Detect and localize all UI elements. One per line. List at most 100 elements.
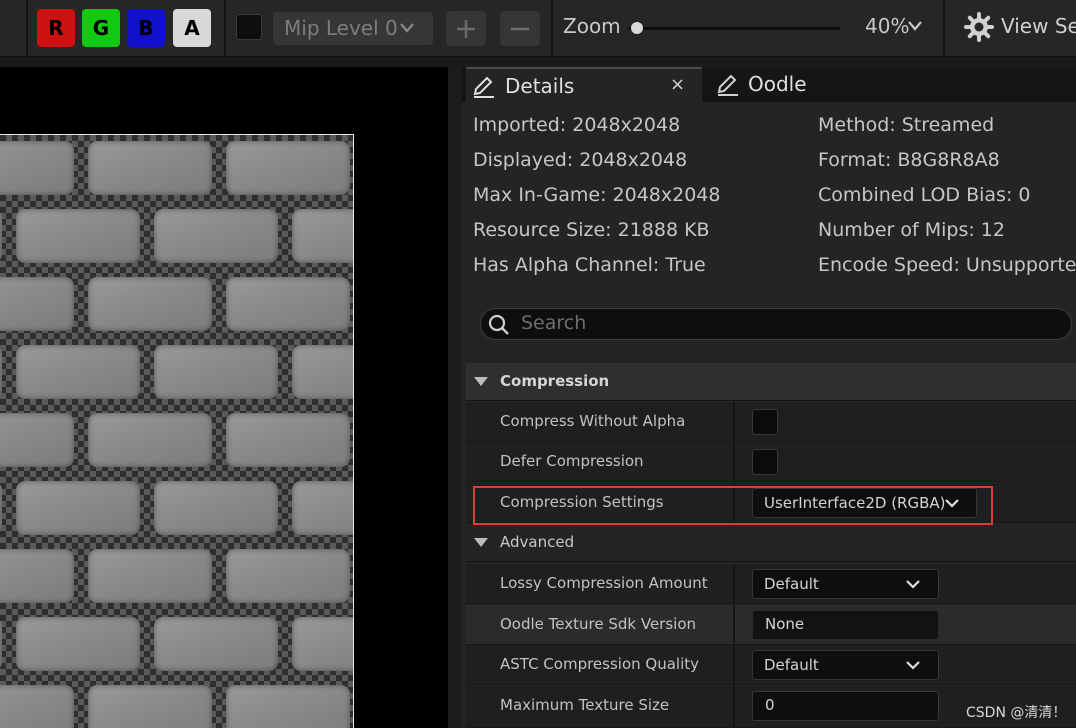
mip-increase-button[interactable]: [446, 11, 486, 46]
chevron-down-icon: [400, 23, 414, 33]
viewer-toolbar: R G B A Mip Level 0 Zoom 40% View Set: [0, 0, 1076, 57]
stat-num-mips: Number of Mips: 12: [818, 219, 1005, 241]
stat-resource-size: Resource Size: 21888 KB: [473, 219, 710, 241]
brick: [226, 277, 350, 331]
toolbar-divider: [224, 0, 226, 57]
brick: [226, 413, 350, 467]
defer-compression-label: Defer Compression: [500, 452, 644, 470]
lossy-compression-dropdown[interactable]: Default: [752, 569, 939, 599]
column-divider[interactable]: [733, 442, 735, 481]
tab-oodle[interactable]: Oodle: [710, 67, 850, 102]
brick: [16, 481, 140, 535]
brick: [0, 413, 74, 467]
astc-quality-dropdown[interactable]: Default: [752, 650, 939, 680]
column-divider[interactable]: [733, 645, 735, 684]
chevron-down-icon: [945, 499, 959, 508]
zoom-slider-handle[interactable]: [631, 22, 643, 34]
compression-settings-dropdown[interactable]: UserInterface2D (RGBA): [752, 488, 977, 518]
column-divider[interactable]: [733, 605, 735, 644]
mip-level-dropdown[interactable]: Mip Level 0: [273, 12, 433, 45]
tab-bar: Details × Oodle: [462, 67, 1076, 102]
property-row: ASTC Compression Quality Default: [466, 645, 1076, 685]
brick: [16, 345, 140, 399]
stat-lod-bias: Combined LOD Bias: 0: [818, 184, 1031, 206]
max-texture-size-value: 0: [765, 696, 775, 714]
stat-max-in-game: Max In-Game: 2048x2048: [473, 184, 721, 206]
search-icon: [488, 314, 509, 335]
compression-settings-value: UserInterface2D (RGBA): [764, 494, 946, 512]
brick: [154, 345, 278, 399]
stat-encode-speed: Encode Speed: Unsupported: [818, 254, 1076, 276]
defer-compression-checkbox[interactable]: [752, 449, 778, 475]
plus-icon: [457, 20, 475, 38]
brick: [0, 141, 74, 195]
category-advanced-label: Advanced: [500, 533, 575, 551]
brick: [292, 481, 353, 535]
oodle-sdk-version-field[interactable]: None: [752, 610, 939, 640]
toolbar-divider: [26, 0, 28, 57]
category-compression[interactable]: Compression: [466, 363, 1076, 401]
brick: [0, 685, 74, 728]
column-divider[interactable]: [733, 483, 735, 522]
column-divider[interactable]: [733, 686, 735, 727]
property-row: Compress Without Alpha: [466, 402, 1076, 442]
close-icon[interactable]: ×: [670, 74, 685, 95]
brick: [292, 345, 353, 399]
astc-quality-value: Default: [764, 656, 819, 674]
texture-viewport[interactable]: [0, 67, 448, 728]
green-channel-toggle[interactable]: G: [82, 9, 120, 47]
toolbar-divider: [551, 0, 553, 57]
pencil-icon: [473, 76, 494, 98]
brick: [0, 345, 2, 399]
details-panel: Details × Oodle Imported: 2048x2048 Disp…: [462, 67, 1076, 728]
category-advanced[interactable]: Advanced: [466, 524, 1076, 562]
property-row: Lossy Compression Amount Default: [466, 564, 1076, 604]
brick: [226, 141, 350, 195]
tab-details[interactable]: Details ×: [466, 67, 702, 102]
property-row: Oodle Texture Sdk Version None: [466, 605, 1076, 645]
brick: [16, 617, 140, 671]
alpha-channel-toggle[interactable]: A: [173, 9, 211, 47]
chevron-down-icon: [474, 538, 488, 547]
mip-decrease-button[interactable]: [500, 11, 540, 46]
column-divider[interactable]: [733, 402, 735, 441]
minus-icon: [511, 27, 529, 31]
brick: [154, 481, 278, 535]
mip-checkbox[interactable]: [236, 14, 262, 40]
brick: [226, 685, 350, 728]
brick: [226, 549, 350, 603]
lossy-compression-label: Lossy Compression Amount: [500, 574, 708, 592]
stat-has-alpha: Has Alpha Channel: True: [473, 254, 706, 276]
brick: [88, 549, 212, 603]
stat-format: Format: B8G8R8A8: [818, 149, 1000, 171]
brick: [154, 209, 278, 263]
brick: [88, 277, 212, 331]
chevron-down-icon: [906, 661, 920, 670]
category-compression-label: Compression: [500, 372, 610, 390]
chevron-down-icon: [474, 377, 488, 386]
brick: [0, 209, 2, 263]
search-input[interactable]: Search: [480, 308, 1072, 340]
tab-oodle-label: Oodle: [748, 72, 807, 96]
property-row: Compression Settings UserInterface2D (RG…: [466, 483, 1076, 523]
compression-settings-label: Compression Settings: [500, 493, 664, 511]
brick: [0, 617, 2, 671]
stat-displayed: Displayed: 2048x2048: [473, 149, 688, 171]
view-settings-button[interactable]: View Set: [1001, 14, 1076, 38]
stat-imported: Imported: 2048x2048: [473, 114, 681, 136]
column-divider[interactable]: [733, 564, 735, 603]
panel-splitter[interactable]: [448, 67, 462, 728]
oodle-sdk-version-value: None: [765, 615, 805, 633]
toolbar-divider: [943, 0, 945, 57]
pencil-icon: [717, 74, 738, 96]
texture-preview: [0, 134, 354, 728]
gear-icon[interactable]: [964, 12, 994, 42]
blue-channel-toggle[interactable]: B: [127, 9, 165, 47]
max-texture-size-field[interactable]: 0: [752, 691, 939, 721]
chevron-down-icon[interactable]: [907, 19, 923, 33]
zoom-slider-track[interactable]: [628, 27, 840, 30]
compress-without-alpha-checkbox[interactable]: [752, 409, 778, 435]
brick: [292, 617, 353, 671]
chevron-down-icon: [906, 580, 920, 589]
red-channel-toggle[interactable]: R: [37, 9, 75, 47]
